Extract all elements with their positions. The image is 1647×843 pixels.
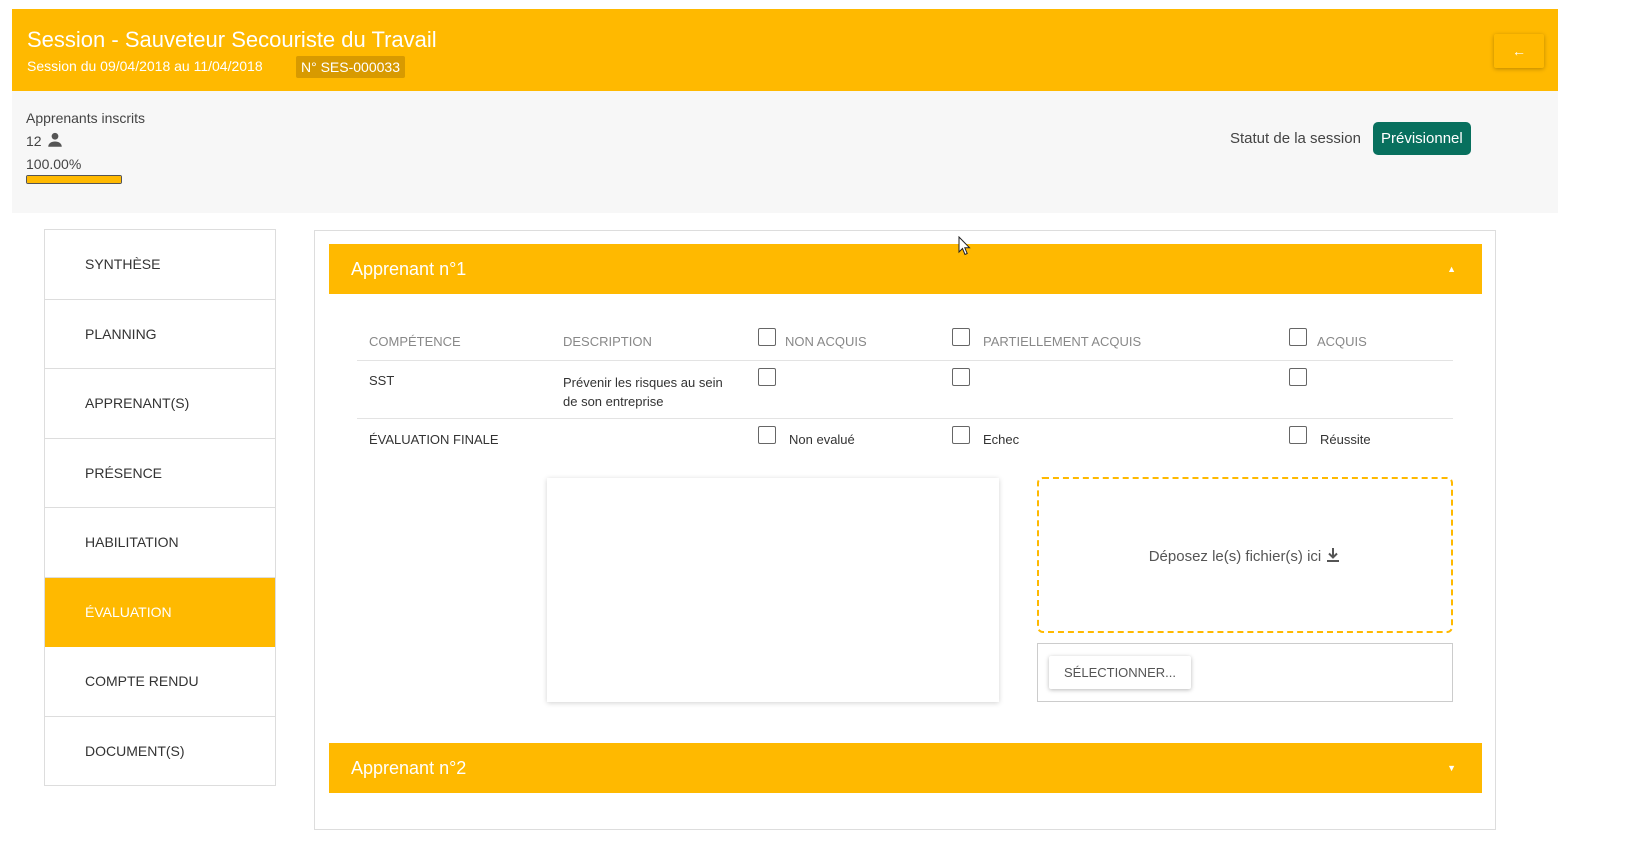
- enrollment-progress-bar: [26, 175, 122, 184]
- dropzone-text: Déposez le(s) fichier(s) ici: [1039, 547, 1451, 565]
- sidebar-item-evaluation[interactable]: ÉVALUATION: [45, 577, 275, 647]
- final-reussite-label: Réussite: [1320, 432, 1371, 447]
- learner-1-title: Apprenant n°1: [351, 259, 467, 279]
- learner-1-accordion-header[interactable]: Apprenant n°1 ▲: [329, 244, 1482, 294]
- select-file-button[interactable]: SÉLECTIONNER...: [1049, 656, 1191, 689]
- back-button[interactable]: ←: [1494, 34, 1544, 68]
- session-dates: Session du 09/04/2018 au 11/04/2018: [27, 58, 263, 74]
- select-all-non-acquis-checkbox[interactable]: [758, 328, 776, 346]
- description-line-2: de son entreprise: [563, 394, 664, 409]
- evaluation-panel: Apprenant n°1 ▲ COMPÉTENCE DESCRIPTION N…: [314, 230, 1496, 830]
- sst-acquis-checkbox[interactable]: [1289, 368, 1307, 386]
- learner-2-accordion-header[interactable]: Apprenant n°2 ▼: [329, 743, 1482, 793]
- enrolled-count: 12: [26, 133, 42, 149]
- progress-percent: 100.00%: [26, 156, 82, 172]
- arrow-left-icon: ←: [1512, 43, 1526, 59]
- sidebar-item-synthese[interactable]: SYNTHÈSE: [45, 230, 275, 300]
- learner-2-title: Apprenant n°2: [351, 758, 467, 778]
- sidebar-nav: SYNTHÈSE PLANNING APPRENANT(S) PRÉSENCE …: [44, 229, 276, 786]
- caret-up-icon: ▲: [1447, 264, 1456, 274]
- competence-description: Prévenir les risques au sein de son entr…: [563, 373, 723, 411]
- progress-fill: [27, 176, 121, 183]
- sidebar-item-habilitation[interactable]: HABILITATION: [45, 508, 275, 578]
- final-reussite-checkbox[interactable]: [1289, 426, 1307, 444]
- final-echec-label: Echec: [983, 432, 1020, 447]
- file-select-row: SÉLECTIONNER...: [1037, 643, 1453, 702]
- sidebar-item-planning[interactable]: PLANNING: [45, 300, 275, 369]
- sidebar-item-compte-rendu[interactable]: COMPTE RENDU: [45, 647, 275, 717]
- header-partiellement-acquis: PARTIELLEMENT ACQUIS: [983, 334, 1142, 349]
- page-title: Session - Sauveteur Secouriste du Travai…: [27, 27, 437, 52]
- download-icon: [1327, 548, 1340, 562]
- sst-partiel-checkbox[interactable]: [952, 368, 970, 386]
- mouse-cursor-icon: [958, 236, 971, 256]
- person-icon: [48, 132, 62, 147]
- table-header-row: COMPÉTENCE DESCRIPTION NON ACQUIS PARTIE…: [357, 323, 1453, 361]
- sidebar-item-documents[interactable]: DOCUMENT(S): [45, 717, 275, 787]
- competence-name: SST: [369, 373, 395, 388]
- header-non-acquis: NON ACQUIS: [785, 334, 867, 349]
- table-row: ÉVALUATION FINALE Non evalué Echec Réuss…: [357, 419, 1453, 459]
- session-header: Session - Sauveteur Secouriste du Travai…: [12, 9, 1558, 91]
- enrolled-label: Apprenants inscrits: [26, 110, 146, 126]
- description-line-1: Prévenir les risques au sein: [563, 375, 723, 390]
- sst-non-acquis-checkbox[interactable]: [758, 368, 776, 386]
- status-label: Statut de la session: [1230, 130, 1361, 147]
- evaluation-table: COMPÉTENCE DESCRIPTION NON ACQUIS PARTIE…: [357, 323, 1453, 459]
- dropzone-label: Déposez le(s) fichier(s) ici: [1148, 548, 1322, 565]
- sidebar-item-apprenants[interactable]: APPRENANT(S): [45, 369, 275, 439]
- session-info-bar: Apprenants inscrits 12 100.00% Statut de…: [12, 91, 1558, 213]
- file-dropzone[interactable]: Déposez le(s) fichier(s) ici: [1037, 477, 1453, 633]
- header-acquis: ACQUIS: [1317, 334, 1367, 349]
- caret-down-icon: ▼: [1447, 763, 1456, 773]
- final-echec-checkbox[interactable]: [952, 426, 970, 444]
- final-evaluation-label: ÉVALUATION FINALE: [369, 432, 499, 447]
- select-all-partiel-checkbox[interactable]: [952, 328, 970, 346]
- select-all-acquis-checkbox[interactable]: [1289, 328, 1307, 346]
- comment-textarea[interactable]: [547, 478, 999, 702]
- header-description: DESCRIPTION: [563, 334, 652, 349]
- header-competence: COMPÉTENCE: [369, 334, 461, 349]
- final-non-evalue-label: Non evalué: [789, 432, 855, 447]
- final-non-evalue-checkbox[interactable]: [758, 426, 776, 444]
- table-row: SST Prévenir les risques au sein de son …: [357, 361, 1453, 419]
- session-reference-badge: N° SES-000033: [296, 56, 405, 78]
- sidebar-item-presence[interactable]: PRÉSENCE: [45, 439, 275, 508]
- status-badge: Prévisionnel: [1373, 122, 1471, 155]
